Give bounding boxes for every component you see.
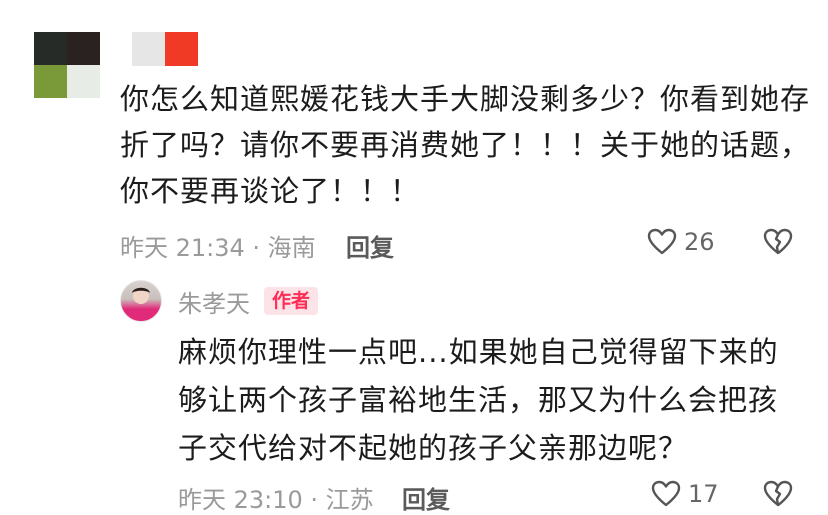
reply-meta: 昨天 23:10 · 江苏 [178, 486, 374, 514]
username-obscured[interactable] [132, 32, 198, 66]
dislike-button[interactable] [762, 226, 794, 258]
reply-like-count: 17 [688, 480, 719, 508]
heart-outline-icon [651, 480, 681, 507]
reply-dislike-button[interactable] [762, 478, 794, 510]
reply-avatar[interactable] [120, 280, 162, 322]
avatar[interactable] [34, 32, 100, 98]
comment-meta: 昨天 21:34 · 海南 [120, 234, 316, 262]
like-count: 26 [684, 228, 715, 256]
broken-heart-icon [763, 228, 793, 255]
comment-text: 你怎么知道熙媛花钱大手大脚没剩多少？你看到她存折了吗？请你不要再消费她了！！！关… [120, 82, 811, 208]
author-badge: 作者 [264, 287, 319, 315]
reply-text: 麻烦你理性一点吧...如果她自己觉得留下来的够让两个孩子富裕地生活，那又为什么会… [178, 335, 779, 465]
reply-reply-button[interactable]: 回复 [402, 480, 450, 515]
reply-author[interactable]: 朱孝天 [178, 284, 250, 319]
reply-button[interactable]: 回复 [346, 228, 394, 263]
broken-heart-icon [763, 480, 793, 507]
heart-outline-icon [647, 228, 677, 255]
person-photo-icon [127, 287, 155, 321]
like-button[interactable] [646, 226, 678, 258]
reply-like-button[interactable] [650, 478, 682, 510]
